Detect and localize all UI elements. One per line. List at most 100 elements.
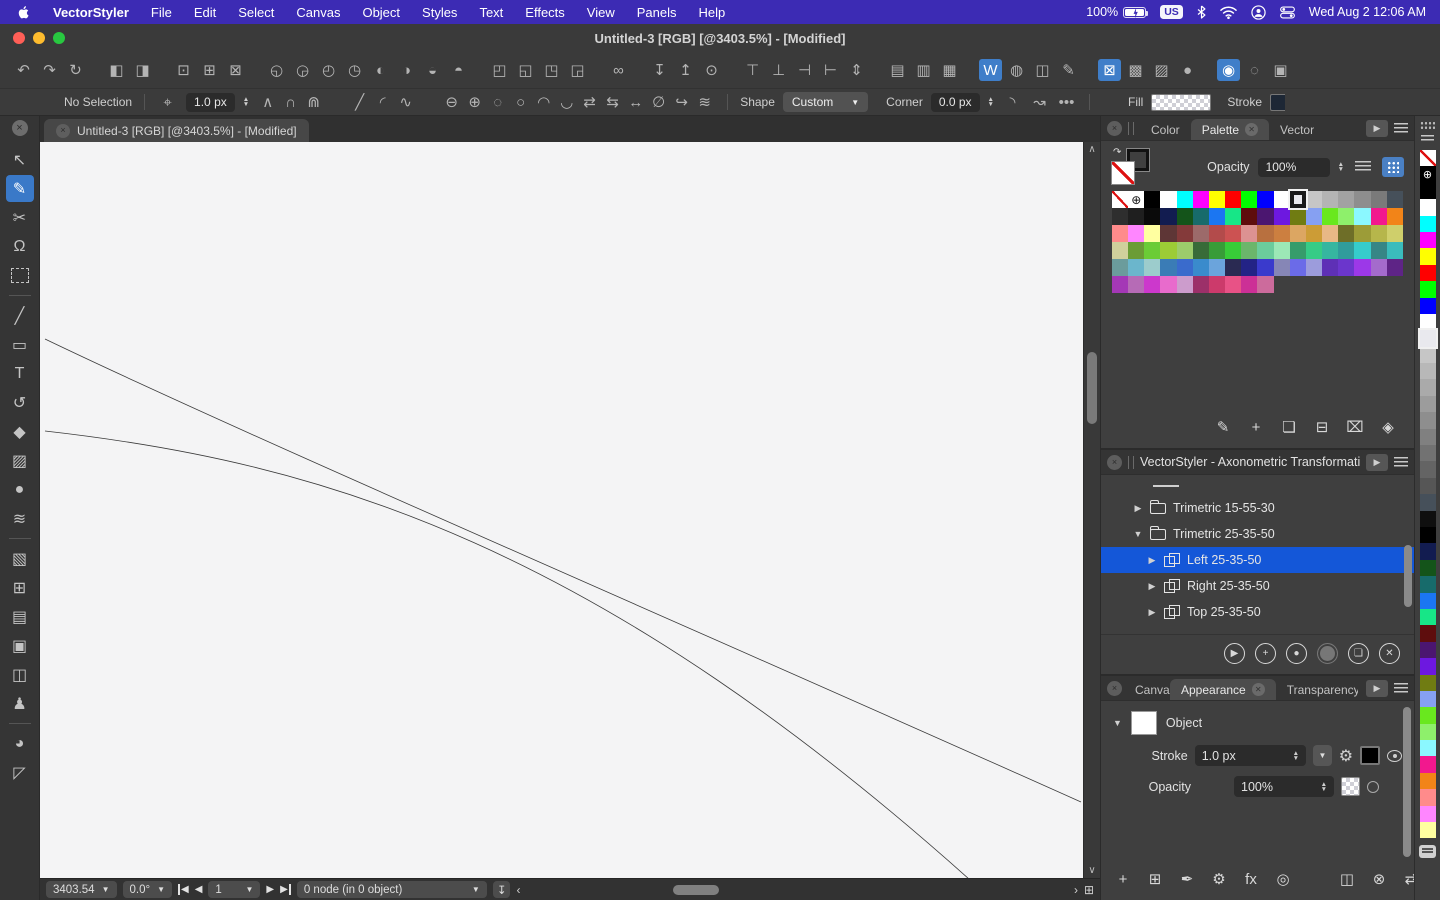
palette-swatch[interactable]: [1387, 259, 1403, 276]
stroke-width-stepper[interactable]: ▲▼: [243, 97, 249, 107]
align-left-icon[interactable]: ⊣: [793, 59, 816, 81]
palette-swatch[interactable]: [1177, 259, 1193, 276]
panel-menu-icon[interactable]: [1394, 683, 1408, 693]
panel-menu-icon[interactable]: [1394, 457, 1408, 467]
strip-swatch[interactable]: [1420, 560, 1436, 576]
document-tab[interactable]: × Untitled-3 [RGB] [@3403.5%] - [Modifie…: [44, 119, 309, 142]
last-page-button[interactable]: ▶: [280, 884, 291, 895]
edit-inside-icon[interactable]: ↧: [648, 59, 671, 81]
extend-path-icon[interactable]: ↔: [625, 91, 646, 113]
palette-swatch[interactable]: [1241, 276, 1257, 293]
apple-menu[interactable]: [18, 5, 31, 20]
move-anchor-icon[interactable]: ⌖: [157, 91, 178, 113]
magnet-tool[interactable]: Ω: [6, 233, 34, 260]
ellipse-icon[interactable]: ●: [1176, 59, 1199, 81]
tool[interactable]: [6, 291, 34, 300]
strip-swatch[interactable]: [1420, 691, 1436, 707]
palette-swatch[interactable]: [1241, 191, 1257, 208]
palette-swatch[interactable]: [1322, 191, 1338, 208]
scroll-down-icon[interactable]: ∨: [1084, 865, 1100, 876]
strip-swatch[interactable]: [1420, 248, 1436, 264]
toolbar-icon[interactable]: [157, 59, 169, 81]
palette-swatch[interactable]: [1387, 208, 1403, 225]
palette-swatch[interactable]: [1274, 242, 1290, 259]
pattern-tool[interactable]: ▤: [6, 603, 34, 630]
page-number-dropdown[interactable]: 1▼: [208, 881, 260, 898]
horizontal-scrollbar[interactable]: [526, 884, 1067, 896]
new-folder-icon[interactable]: ❏: [1348, 643, 1369, 664]
edit-outside-icon[interactable]: ↥: [674, 59, 697, 81]
align-top-icon[interactable]: ⊤: [741, 59, 764, 81]
arc-up-icon[interactable]: ◠: [533, 91, 554, 113]
simplify-icon[interactable]: ≋: [694, 91, 715, 113]
palette-swatch[interactable]: [1322, 208, 1338, 225]
stroke-preset-dropdown[interactable]: ▼: [1313, 745, 1332, 766]
menu-item[interactable]: Help: [699, 5, 726, 20]
expand-right-icon[interactable]: ›: [1074, 883, 1078, 897]
close-panel-icon[interactable]: ✕: [1379, 643, 1400, 664]
menu-item[interactable]: Select: [238, 5, 274, 20]
select-tool[interactable]: ↖: [6, 146, 34, 173]
strip-swatch[interactable]: [1420, 429, 1436, 445]
palette-swatch[interactable]: [1371, 259, 1387, 276]
layers-panel-icon[interactable]: ◫: [1031, 59, 1054, 81]
bluetooth-icon[interactable]: [1197, 5, 1206, 19]
tree-row[interactable]: ▶ Top 25-35-50: [1101, 599, 1414, 625]
add-stroke-icon[interactable]: ⊞: [1145, 868, 1165, 890]
palette-swatch[interactable]: [1144, 259, 1160, 276]
curve-segment-icon[interactable]: ◜: [372, 91, 393, 113]
palette-swatch[interactable]: [1144, 276, 1160, 293]
toolbar-icon[interactable]: [1202, 59, 1214, 81]
palette-swatch[interactable]: [1306, 259, 1322, 276]
tool[interactable]: [6, 719, 34, 728]
palette-swatch[interactable]: [1257, 225, 1273, 242]
tool[interactable]: [6, 534, 34, 543]
strip-swatch[interactable]: [1420, 265, 1436, 281]
tree-row[interactable]: ▶ Right 25-35-50: [1101, 573, 1414, 599]
close-path-icon[interactable]: ○: [510, 91, 531, 113]
previous-page-button[interactable]: ◀: [195, 884, 203, 895]
grid-view-icon[interactable]: [1382, 157, 1404, 177]
palette-swatch[interactable]: [1177, 191, 1193, 208]
palette-swatch[interactable]: [1209, 191, 1225, 208]
strip-swatch[interactable]: [1420, 330, 1436, 346]
group-shapes-tool[interactable]: ◫: [6, 661, 34, 688]
disclosure-icon[interactable]: ▼: [1133, 529, 1143, 539]
disclosure-icon[interactable]: ▶: [1147, 581, 1157, 592]
node-count-dropdown[interactable]: 0 node (in 0 object)▼: [297, 881, 487, 898]
snap-icon[interactable]: ◌: [1243, 59, 1266, 81]
script-panel-icon[interactable]: ▥: [912, 59, 935, 81]
toolbar-icon[interactable]: [964, 59, 976, 81]
palette-swatch[interactable]: [1112, 208, 1128, 225]
palette-swatch[interactable]: [1290, 208, 1306, 225]
palette-swatch[interactable]: [1209, 208, 1225, 225]
strip-swatch[interactable]: [1420, 593, 1436, 609]
rotation-dropdown[interactable]: 0.0°▼: [123, 881, 173, 898]
palette-swatch[interactable]: [1354, 208, 1370, 225]
reverse-path-icon[interactable]: ⇄: [579, 91, 600, 113]
shape-panel-icon[interactable]: ◍: [1005, 59, 1028, 81]
panel-tab[interactable]: Vector✕: [1269, 119, 1325, 140]
panel-overflow-button[interactable]: ▶: [1366, 680, 1388, 697]
unite-icon[interactable]: ◵: [265, 59, 288, 81]
palette-swatch[interactable]: [1160, 259, 1176, 276]
pan-rotate-tool[interactable]: ↺: [6, 389, 34, 416]
palette-swatch[interactable]: [1112, 225, 1128, 242]
palette-swatch[interactable]: [1209, 242, 1225, 259]
edit-shape-icon[interactable]: ✎: [1057, 59, 1080, 81]
palette-swatch[interactable]: [1241, 208, 1257, 225]
tab-close-icon[interactable]: ✕: [1252, 683, 1265, 696]
palette-swatch[interactable]: [1274, 191, 1290, 208]
tab-close-icon[interactable]: ✕: [1245, 123, 1258, 136]
symbol-tool[interactable]: ♟: [6, 690, 34, 717]
palette-swatch[interactable]: [1338, 259, 1354, 276]
strip-swatch[interactable]: [1420, 527, 1436, 543]
palette-swatch[interactable]: [1177, 242, 1193, 259]
menu-item[interactable]: View: [587, 5, 615, 20]
palette-swatch[interactable]: [1160, 276, 1176, 293]
menu-clock[interactable]: Wed Aug 2 12:06 AM: [1309, 5, 1426, 19]
strip-swatch[interactable]: [1420, 707, 1436, 723]
palette-swatch[interactable]: [1371, 191, 1387, 208]
snapshot-icon[interactable]: ◎: [1273, 868, 1293, 890]
strip-drag-dots-icon[interactable]: [1420, 121, 1435, 130]
